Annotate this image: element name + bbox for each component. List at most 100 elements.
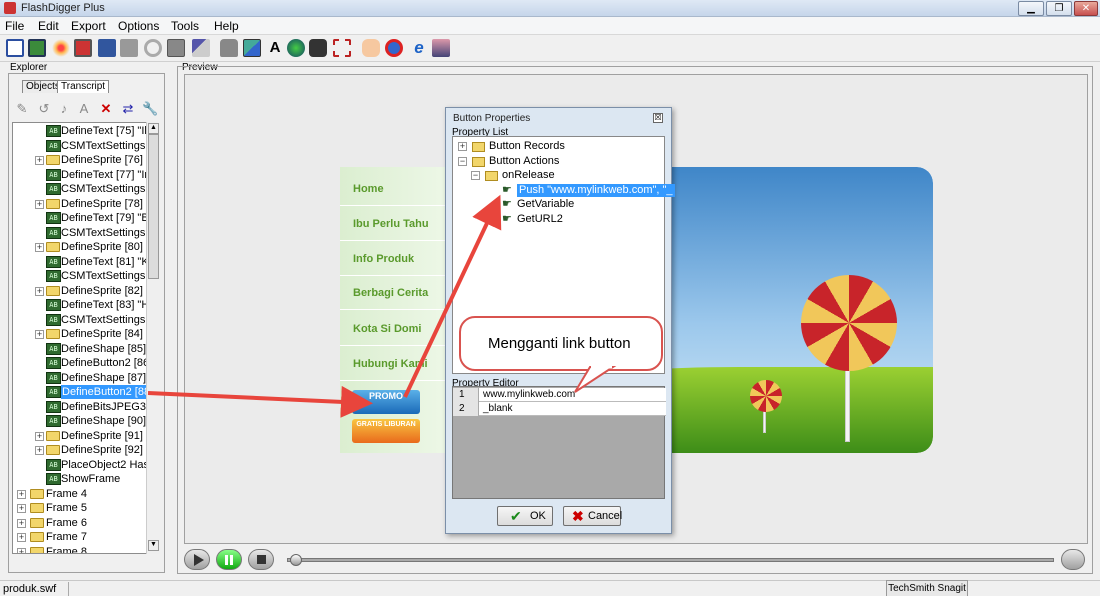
collapse-icon[interactable]: − xyxy=(471,171,480,181)
tree-item[interactable]: + DefineSprite [76] xyxy=(13,153,159,168)
tree-item[interactable]: AB DefineText [83] "H xyxy=(13,298,159,313)
tree-item[interactable]: AB DefineText [81] "K xyxy=(13,255,159,270)
property-item[interactable]: ☛ GetVariable xyxy=(453,198,666,212)
crop-icon[interactable] xyxy=(333,39,351,57)
expand-icon[interactable]: + xyxy=(35,286,44,296)
property-item[interactable]: ☛ GetURL2 xyxy=(453,213,666,227)
tree-item[interactable]: AB CSMTextSettings [ xyxy=(13,226,159,241)
menu-edit[interactable]: Edit xyxy=(38,19,59,33)
tab-transcript[interactable]: Transcript xyxy=(57,80,110,93)
close-button[interactable]: ✕ xyxy=(1074,1,1098,16)
burst-icon[interactable] xyxy=(52,39,70,57)
scroll-thumb[interactable] xyxy=(148,134,159,279)
tree-item[interactable]: AB DefineButton2 [88 xyxy=(13,385,159,400)
expand-icon[interactable]: + xyxy=(35,243,44,252)
brush-icon[interactable] xyxy=(192,39,210,57)
dialog-close-button[interactable]: ☒ xyxy=(653,113,663,123)
tree-item[interactable]: AB CSMTextSettings [ xyxy=(13,139,159,154)
stop-icon[interactable] xyxy=(385,39,403,57)
expand-icon[interactable]: + xyxy=(17,504,26,513)
menu-file[interactable]: File xyxy=(5,19,24,33)
cancel-button[interactable]: ✖ Cancel xyxy=(563,506,622,526)
import-icon[interactable] xyxy=(74,39,92,57)
save-as-icon[interactable] xyxy=(120,39,138,57)
menu-tools[interactable]: Tools xyxy=(171,19,199,33)
expand-icon[interactable]: + xyxy=(35,156,44,165)
tree-item[interactable]: + DefineSprite [80] xyxy=(13,240,159,255)
property-item[interactable]: ☛ Push "www.mylinkweb.com", "_ xyxy=(453,183,675,198)
tree-item[interactable]: AB DefineText [79] "B xyxy=(13,211,159,226)
tree-item[interactable]: AB DefineShape [85] xyxy=(13,342,159,357)
edit-icon[interactable]: ✎ xyxy=(14,101,30,117)
minimize-button[interactable]: ▁ xyxy=(1018,1,1044,16)
tree-item[interactable]: AB PlaceObject2 HasC xyxy=(13,458,159,473)
menu-options[interactable]: Options xyxy=(118,19,159,33)
property-item[interactable]: − Button Actions xyxy=(453,155,666,169)
delete-icon[interactable]: ✕ xyxy=(98,101,114,117)
tree-item[interactable]: + Frame 7 xyxy=(13,530,159,545)
tree-item[interactable]: AB DefineText [75] "Il xyxy=(13,124,159,139)
swap-icon[interactable]: ⇄ xyxy=(120,101,136,117)
expand-icon[interactable]: + xyxy=(17,518,26,528)
ok-button[interactable]: ✔ OK xyxy=(497,506,553,526)
expand-icon[interactable]: + xyxy=(17,489,26,499)
property-editor-row[interactable]: 1 www.mylinkweb.com xyxy=(453,388,666,402)
target-value[interactable]: _blank xyxy=(483,402,512,415)
expand-icon[interactable]: + xyxy=(35,446,44,455)
property-editor-row[interactable]: 2 _blank xyxy=(453,402,666,416)
open-icon[interactable] xyxy=(28,39,46,57)
collapse-icon[interactable]: − xyxy=(458,156,467,166)
pause-button[interactable] xyxy=(216,549,242,570)
expand-icon[interactable]: + xyxy=(35,199,44,209)
tree-scrollbar[interactable]: ▲ ▼ xyxy=(146,122,160,554)
property-item[interactable]: − onRelease xyxy=(453,169,666,183)
font-icon[interactable]: A xyxy=(266,39,284,57)
ie-icon[interactable]: e xyxy=(410,39,428,57)
tree-item[interactable]: AB DefineShape [90] xyxy=(13,414,159,429)
tree-item[interactable]: + Frame 4 xyxy=(13,487,159,502)
expand-icon[interactable]: + xyxy=(17,547,26,553)
play-button[interactable] xyxy=(184,549,210,570)
tree-item[interactable]: AB CSMTextSettings [ xyxy=(13,313,159,328)
expand-icon[interactable]: + xyxy=(458,142,467,151)
tree-item[interactable]: AB ShowFrame xyxy=(13,472,159,487)
globe-icon[interactable] xyxy=(287,39,305,57)
image-icon[interactable] xyxy=(167,39,185,57)
user-icon[interactable] xyxy=(432,39,450,57)
network-icon[interactable] xyxy=(309,39,327,57)
tree-item[interactable]: AB DefineButton2 [86] xyxy=(13,356,159,371)
tree-item[interactable]: + DefineSprite [78] xyxy=(13,197,159,212)
property-item[interactable]: + Button Records xyxy=(453,140,666,154)
tree-item[interactable]: AB DefineBitsJPEG3 [8 xyxy=(13,400,159,415)
menu-help[interactable]: Help xyxy=(214,19,239,33)
link-icon[interactable] xyxy=(144,39,162,57)
hand-icon[interactable] xyxy=(362,39,380,57)
tree-item[interactable]: + Frame 8 xyxy=(13,545,159,553)
tree-item[interactable]: + Frame 6 xyxy=(13,516,159,531)
lock-icon[interactable] xyxy=(220,39,238,57)
timeline-thumb[interactable] xyxy=(290,554,302,566)
font-tool-icon[interactable]: A xyxy=(76,101,92,117)
stop-playback-button[interactable] xyxy=(248,549,274,570)
wrench-icon[interactable]: 🔧 xyxy=(142,101,158,117)
snagit-tab[interactable]: TechSmith Snagit xyxy=(886,580,968,596)
tree-item[interactable]: + Frame 5 xyxy=(13,501,159,516)
tree-item[interactable]: + DefineSprite [91] xyxy=(13,429,159,444)
tree-item[interactable]: + DefineSprite [84] xyxy=(13,327,159,342)
tree-item[interactable]: AB DefineText [77] "In xyxy=(13,168,159,183)
maximize-button[interactable]: ❐ xyxy=(1046,1,1072,16)
expand-icon[interactable]: + xyxy=(35,431,44,441)
tree-item[interactable]: + DefineSprite [92] xyxy=(13,443,159,458)
scroll-up-icon[interactable]: ▲ xyxy=(148,123,159,134)
scroll-down-icon[interactable]: ▼ xyxy=(148,540,159,551)
picture-icon[interactable] xyxy=(243,39,261,57)
expand-icon[interactable]: + xyxy=(17,533,26,542)
save-icon[interactable] xyxy=(98,39,116,57)
tree-item[interactable]: AB CSMTextSettings [ xyxy=(13,182,159,197)
sound-icon[interactable]: ♪ xyxy=(56,101,72,117)
transcript-tree[interactable]: AB DefineText [75] "Il AB CSMTextSettings [… xyxy=(12,122,160,554)
tree-item[interactable]: AB CSMTextSettings [ xyxy=(13,269,159,284)
timeline-track[interactable] xyxy=(287,558,1054,562)
tree-item[interactable]: AB DefineShape [87] xyxy=(13,371,159,386)
menu-export[interactable]: Export xyxy=(71,19,106,33)
